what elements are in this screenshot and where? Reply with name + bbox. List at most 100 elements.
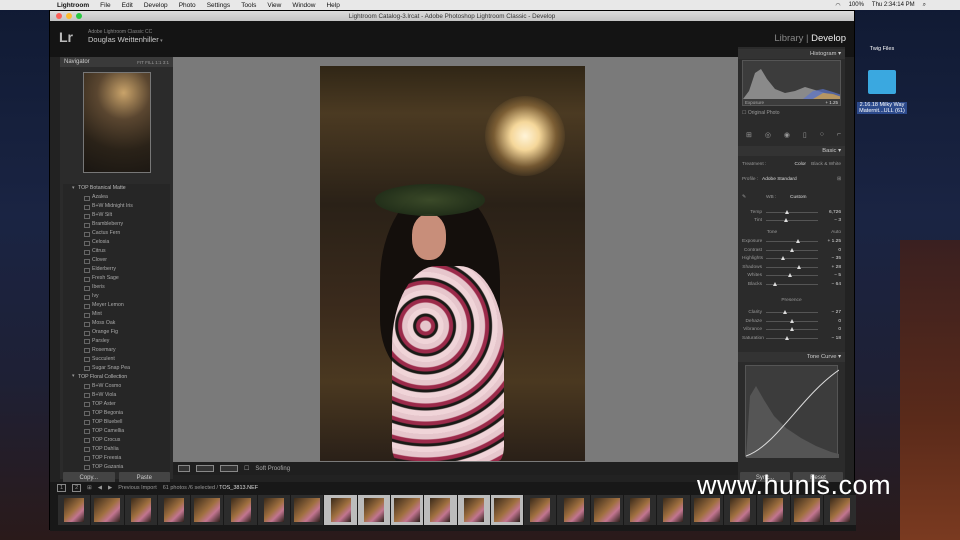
- slider-row[interactable]: Contrast 0: [742, 247, 841, 254]
- slider-track[interactable]: [766, 318, 818, 323]
- menu-clock[interactable]: Thu 2:34:14 PM: [872, 2, 915, 9]
- preset-item[interactable]: Elderberry: [63, 265, 170, 274]
- slider-knob[interactable]: [785, 335, 790, 340]
- module-library[interactable]: Library: [774, 33, 803, 44]
- slider-knob[interactable]: [790, 327, 794, 331]
- zoom-fill[interactable]: FILL: [145, 60, 154, 65]
- slider-track[interactable]: [766, 310, 818, 314]
- close-button[interactable]: [56, 13, 62, 19]
- slider-row[interactable]: Clarity − 27: [742, 309, 841, 316]
- zoom-3-1[interactable]: 3:1: [163, 60, 169, 65]
- zoom-options[interactable]: FIT FILL 1:1 3:1: [137, 60, 169, 65]
- slider-track[interactable]: [766, 256, 818, 260]
- tone-curve-graph[interactable]: [745, 365, 840, 458]
- preset-item[interactable]: B+W Cosmo: [63, 381, 170, 390]
- main-photo[interactable]: [320, 66, 585, 461]
- basic-header[interactable]: Basic ▾: [738, 146, 845, 156]
- navigator-header[interactable]: Navigator FIT FILL 1:1 3:1: [60, 57, 173, 67]
- module-develop[interactable]: Develop: [811, 33, 846, 44]
- slider-track[interactable]: [766, 281, 818, 286]
- slider-knob[interactable]: [781, 256, 786, 260]
- back-arrow-icon[interactable]: ◀: [98, 485, 102, 491]
- treatment-bw[interactable]: Black & White: [806, 162, 841, 167]
- slider-knob[interactable]: [784, 210, 789, 214]
- zoom-fit[interactable]: FIT: [137, 60, 144, 65]
- filmstrip-thumbnail[interactable]: [224, 495, 257, 525]
- menu-help[interactable]: Help: [326, 2, 339, 9]
- preset-item[interactable]: Clover: [63, 256, 170, 265]
- slider-value[interactable]: − 35: [818, 256, 841, 261]
- search-icon[interactable]: ⌕: [923, 2, 926, 9]
- before-after-icon[interactable]: [196, 465, 214, 472]
- preset-item[interactable]: TOP Freesia: [63, 453, 170, 462]
- preset-item[interactable]: TOP Aster: [63, 399, 170, 408]
- preset-item[interactable]: Fresh Sage: [63, 274, 170, 283]
- slider-value[interactable]: − 64: [818, 282, 841, 287]
- preset-item[interactable]: Ivy: [63, 292, 170, 301]
- preset-folder[interactable]: TOP Floral Collection: [63, 372, 170, 381]
- image-canvas[interactable]: [173, 57, 738, 462]
- menu-app[interactable]: Lightroom: [57, 2, 89, 9]
- slider-track[interactable]: [766, 273, 818, 277]
- preset-item[interactable]: Meyer Lemon: [63, 301, 170, 310]
- preset-item[interactable]: Azalea: [63, 193, 170, 202]
- preset-item[interactable]: Mint: [63, 310, 170, 319]
- filmstrip-thumbnail[interactable]: [291, 495, 324, 525]
- auto-tone-button[interactable]: Auto: [802, 230, 841, 235]
- slider-row[interactable]: Saturation − 18: [742, 335, 841, 342]
- profile-browser-icon[interactable]: ⊞: [837, 177, 841, 182]
- menu-window[interactable]: Window: [292, 2, 315, 9]
- slider-knob[interactable]: [783, 218, 788, 222]
- preset-item[interactable]: B+W Viola: [63, 390, 170, 399]
- slider-value[interactable]: 6,726: [818, 210, 841, 215]
- filmstrip-thumbnail[interactable]: [424, 495, 457, 525]
- zoom-1-1[interactable]: 1:1: [155, 60, 161, 65]
- preset-item[interactable]: Orange Fig: [63, 328, 170, 337]
- filmstrip-thumbnail[interactable]: [257, 495, 291, 525]
- filmstrip-thumbnail[interactable]: [324, 495, 357, 525]
- slider-track[interactable]: [766, 264, 818, 269]
- grid-overlay-icon[interactable]: ⊞: [746, 131, 752, 139]
- preset-item[interactable]: Celosia: [63, 238, 170, 247]
- tone-curve-header[interactable]: Tone Curve ▾: [738, 352, 845, 362]
- slider-row[interactable]: Shadows + 28: [742, 264, 841, 271]
- menu-photo[interactable]: Photo: [179, 2, 196, 9]
- profile-select[interactable]: Adobe Standard: [762, 177, 837, 182]
- menu-settings[interactable]: Settings: [207, 2, 231, 9]
- preset-folder[interactable]: TOP Botanical Matte: [63, 184, 170, 193]
- slider-value[interactable]: − 5: [818, 273, 841, 278]
- preset-item[interactable]: B+W Midnight Iris: [63, 202, 170, 211]
- slider-row[interactable]: Tint − 3: [742, 217, 841, 224]
- slider-row[interactable]: Dehaze 0: [742, 318, 841, 325]
- preset-item[interactable]: TOP Camellia: [63, 426, 170, 435]
- slider-knob[interactable]: [788, 273, 793, 277]
- slider-row[interactable]: Exposure + 1.25: [742, 238, 841, 245]
- slider-track[interactable]: [766, 239, 818, 243]
- preset-item[interactable]: TOP Bluebell: [63, 417, 170, 426]
- slider-value[interactable]: + 28: [818, 265, 841, 270]
- filmstrip-thumbnail[interactable]: [590, 495, 624, 525]
- chevron-down-icon[interactable]: ▾: [160, 38, 163, 44]
- minimize-button[interactable]: [66, 13, 72, 19]
- filmstrip-thumbnail[interactable]: [490, 495, 524, 525]
- preset-item[interactable]: Cactus Fern: [63, 229, 170, 238]
- filmstrip-thumbnail[interactable]: [157, 495, 191, 525]
- navigator-preview[interactable]: [83, 72, 151, 173]
- menu-tools[interactable]: Tools: [241, 2, 256, 9]
- graduated-filter-icon[interactable]: ○: [820, 131, 824, 139]
- slider-knob[interactable]: [773, 281, 778, 286]
- preset-item[interactable]: Parsley: [63, 336, 170, 345]
- primary-display-icon[interactable]: 1: [57, 483, 67, 492]
- menu-file[interactable]: File: [100, 2, 110, 9]
- soft-proofing-checkbox[interactable]: ☐: [244, 465, 249, 472]
- slider-row[interactable]: Highlights − 35: [742, 255, 841, 262]
- filmstrip-thumbnail[interactable]: [524, 495, 557, 525]
- desktop-file-label[interactable]: 2.16.18 Milky Way Maternit...ULL (61): [857, 102, 907, 114]
- grid-icon[interactable]: ⊞: [87, 485, 92, 491]
- slider-knob[interactable]: [790, 318, 794, 323]
- filmstrip-thumbnail[interactable]: [91, 495, 124, 525]
- slider-track[interactable]: [766, 327, 818, 331]
- menu-view[interactable]: View: [267, 2, 281, 9]
- filmstrip-filename[interactable]: TOS_3813.NEF: [219, 485, 258, 491]
- red-eye-icon[interactable]: ▯: [803, 131, 807, 139]
